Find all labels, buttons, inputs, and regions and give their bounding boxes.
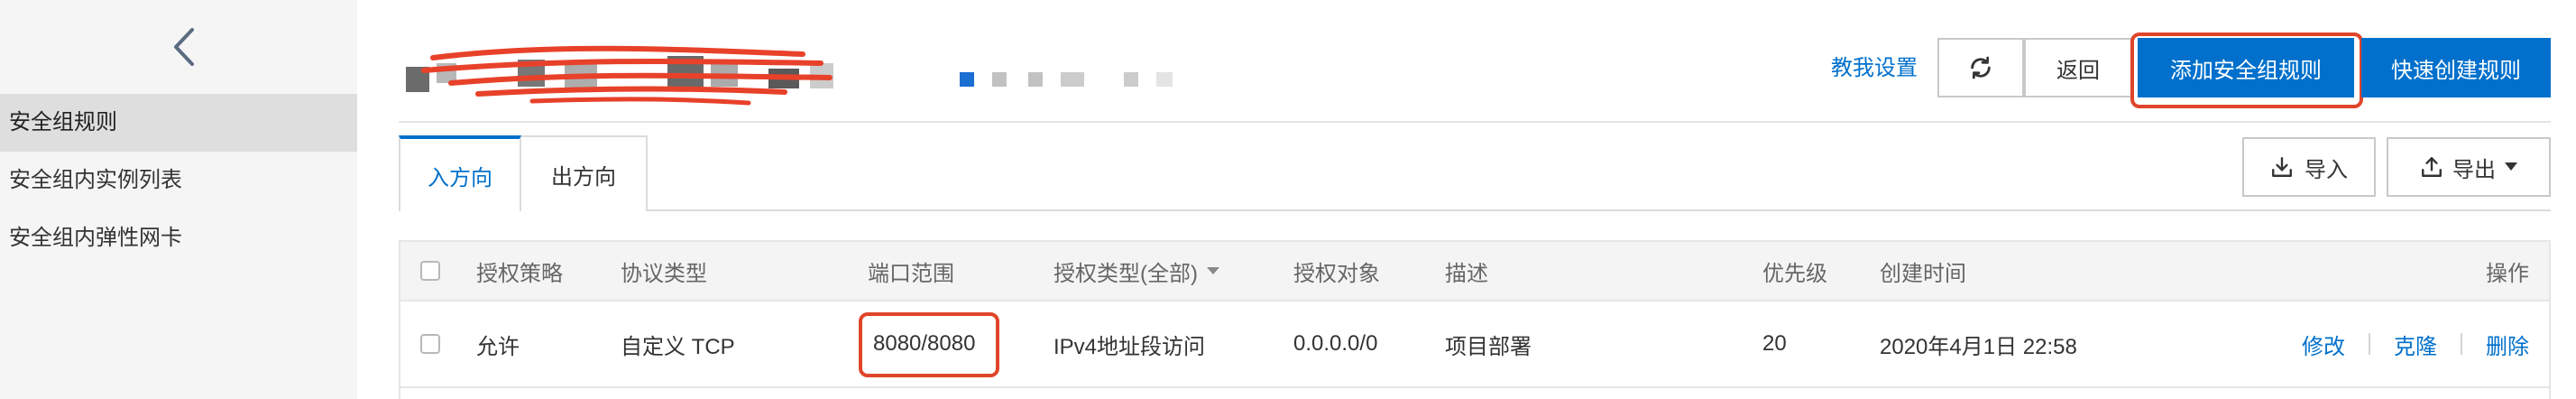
tab-inbound[interactable]: 入方向 — [399, 135, 521, 211]
column-header-created: 创建时间 — [1880, 261, 1966, 286]
edit-link[interactable]: 修改 — [2302, 329, 2345, 360]
add-security-group-rule-button[interactable]: 添加安全组规则 — [2138, 38, 2354, 97]
filter-caret-icon[interactable] — [1206, 267, 1219, 274]
sidebar: 安全组规则 安全组内实例列表 安全组内弹性网卡 — [0, 0, 357, 399]
row-checkbox[interactable] — [420, 334, 440, 354]
column-header-actions: 操作 — [2486, 261, 2529, 286]
column-header-port-range: 端口范围 — [868, 261, 954, 286]
download-icon — [2272, 157, 2292, 177]
delete-link[interactable]: 删除 — [2486, 329, 2529, 360]
caret-down-icon — [2505, 162, 2517, 171]
chevron-left-icon — [174, 28, 194, 66]
table-header: 授权策略 协议类型 端口范围 授权类型(全部) 授权对象 描述 优先级 创建时间… — [399, 240, 2551, 302]
tab-baseline — [648, 209, 2551, 211]
column-header-policy: 授权策略 — [476, 261, 563, 286]
refresh-icon — [1971, 56, 1991, 79]
collapse-button[interactable] — [159, 18, 209, 76]
cell-port-range: 8080/8080 — [873, 331, 976, 356]
sidebar-item-instance-list[interactable]: 安全组内实例列表 — [0, 152, 357, 209]
refresh-button[interactable] — [1937, 38, 2024, 97]
sidebar-item-elastic-nic[interactable]: 安全组内弹性网卡 — [0, 209, 357, 267]
action-separator — [2369, 333, 2370, 355]
column-header-priority: 优先级 — [1762, 261, 1827, 286]
redacted-title — [406, 45, 1173, 106]
column-header-auth-object: 授权对象 — [1293, 261, 1380, 286]
header-divider — [399, 121, 2551, 123]
cell-priority: 20 — [1762, 331, 1787, 356]
select-all-checkbox[interactable] — [420, 261, 440, 281]
export-button[interactable]: 导出 — [2387, 137, 2551, 197]
sidebar-item-security-group-rules[interactable]: 安全组规则 — [0, 94, 357, 152]
cell-actions: 修改 克隆 删除 — [2302, 302, 2529, 386]
back-button[interactable]: 返回 — [2024, 38, 2132, 97]
quick-create-rule-button[interactable]: 快速创建规则 — [2361, 38, 2551, 97]
upload-icon — [2422, 157, 2442, 177]
action-separator — [2461, 333, 2462, 355]
tab-outbound[interactable]: 出方向 — [521, 135, 648, 211]
cell-policy: 允许 — [476, 334, 520, 359]
cell-description: 项目部署 — [1445, 334, 1532, 359]
cell-auth-type: IPv4地址段访问 — [1053, 334, 1206, 359]
import-button[interactable]: 导入 — [2242, 137, 2376, 197]
export-label: 导出 — [2452, 157, 2496, 182]
select-all-cell — [420, 242, 440, 300]
column-header-protocol: 协议类型 — [621, 261, 707, 286]
auth-type-filter-label: 授权类型(全部) — [1053, 261, 1198, 286]
tutorial-link[interactable]: 教我设置 — [1831, 50, 1918, 81]
table-row-partial — [399, 388, 2551, 399]
cell-auth-object: 0.0.0.0/0 — [1293, 331, 1378, 356]
cell-created: 2020年4月1日 22:58 — [1880, 334, 2077, 359]
clone-link[interactable]: 克隆 — [2394, 329, 2437, 360]
cell-protocol: 自定义 TCP — [621, 334, 735, 359]
row-select-cell — [420, 302, 440, 386]
column-header-auth-type[interactable]: 授权类型(全部) — [1053, 242, 1219, 300]
import-label: 导入 — [2305, 157, 2348, 182]
column-header-description: 描述 — [1445, 261, 1488, 286]
table-row: 允许 自定义 TCP 8080/8080 IPv4地址段访问 0.0.0.0/0… — [399, 302, 2551, 388]
